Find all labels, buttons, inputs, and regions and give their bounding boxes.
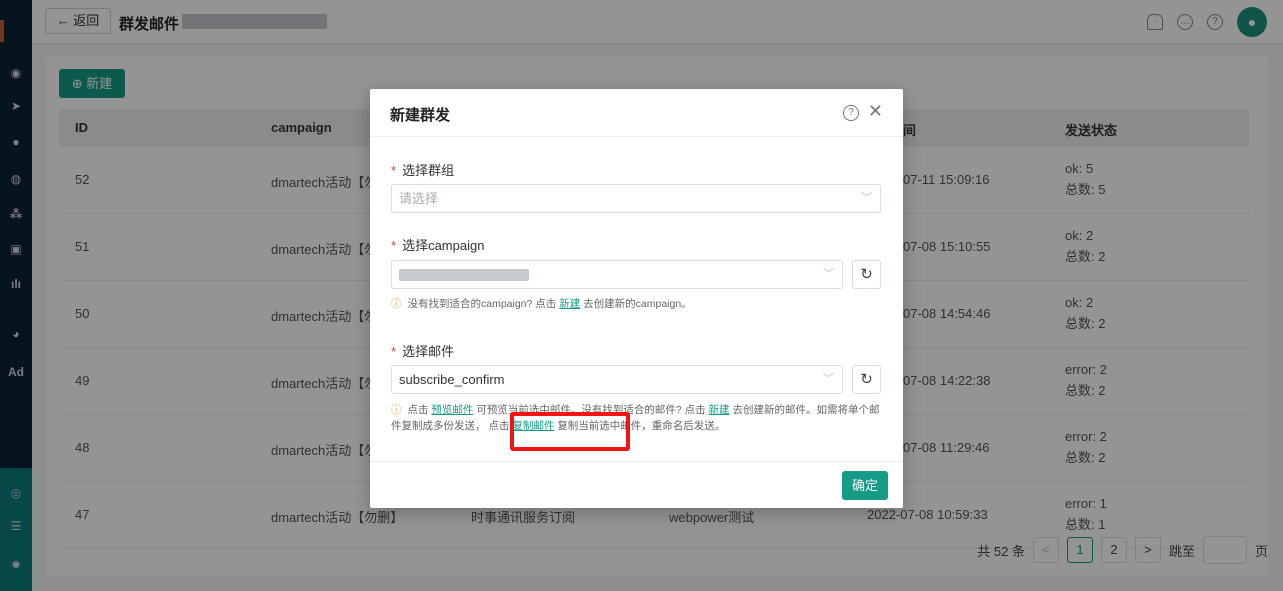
redacted-campaign	[399, 269, 529, 281]
group-select[interactable]: 请选择 ﹀	[391, 184, 881, 213]
new-campaign-link[interactable]: 新建	[559, 298, 580, 310]
warning-icon: ⓘ	[391, 404, 402, 416]
confirm-button[interactable]: 确定	[842, 471, 888, 500]
group-placeholder: 请选择	[399, 191, 439, 206]
group-label: * 选择群组	[391, 163, 455, 178]
new-mail-link[interactable]: 新建	[709, 404, 730, 416]
mail-label: * 选择邮件	[391, 344, 455, 359]
refresh-campaign-button[interactable]: ↻	[852, 260, 881, 289]
chevron-down-icon: ﹀	[861, 192, 872, 204]
preview-mail-link[interactable]: 预览邮件	[431, 404, 473, 416]
mail-select[interactable]: subscribe_confirm ﹀	[391, 365, 843, 394]
mail-hint: ⓘ 点击 预览邮件 可预览当前选中邮件。没有找到适合的邮件? 点击 新建 去创建新…	[391, 404, 880, 432]
close-icon[interactable]: ✕	[868, 101, 883, 122]
refresh-mail-button[interactable]: ↻	[852, 365, 881, 394]
new-broadcast-modal: 新建群发 ? ✕ * 选择群组 请选择 ﹀ * 选择campaign ﹀ ↻ ⓘ 没有…	[370, 89, 903, 508]
campaign-hint: ⓘ 没有找到适合的campaign? 点击 新建 去创建新的campaign。	[391, 298, 692, 310]
modal-title: 新建群发	[390, 107, 451, 124]
chevron-down-icon: ﹀	[823, 268, 834, 280]
warning-icon: ⓘ	[391, 298, 402, 310]
mail-value: subscribe_confirm	[399, 372, 505, 387]
campaign-label: * 选择campaign	[391, 238, 485, 253]
modal-footer: 确定	[370, 461, 903, 508]
chevron-down-icon: ﹀	[823, 373, 834, 385]
help-icon[interactable]: ?	[843, 105, 859, 121]
campaign-select[interactable]: ﹀	[391, 260, 843, 289]
highlight-annotation	[510, 412, 630, 451]
